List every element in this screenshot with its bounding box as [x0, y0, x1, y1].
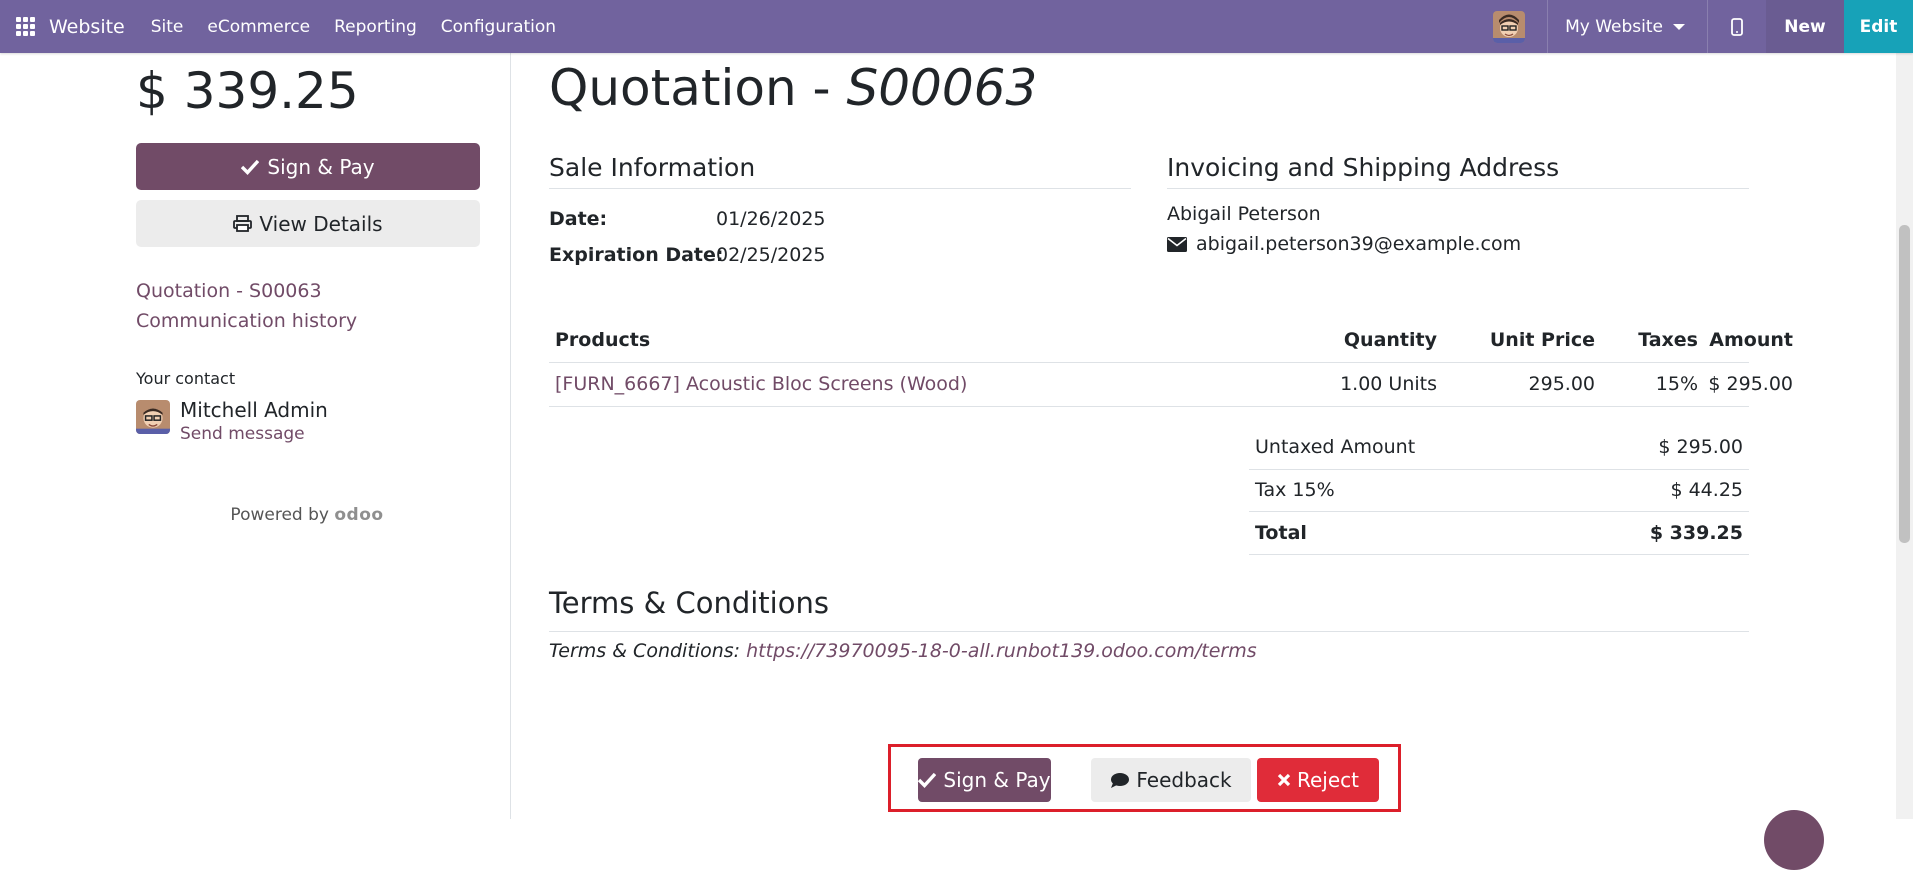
date-label: Date:: [549, 208, 608, 230]
website-selector[interactable]: My Website: [1548, 17, 1707, 37]
divider: [1249, 511, 1749, 512]
sidebar-link-communication-history[interactable]: Communication history: [136, 310, 357, 332]
total-value: $ 339.25: [1649, 522, 1743, 544]
col-unit-price: Unit Price: [1489, 329, 1595, 351]
title-prefix: Quotation -: [549, 59, 847, 117]
tax-label: Tax 15%: [1255, 479, 1335, 501]
menu-site[interactable]: Site: [151, 17, 184, 37]
quotation-sidebar: $ 339.25 Sign & Pay View Details Quotati…: [0, 53, 511, 819]
quotation-number: S00063: [846, 59, 1038, 117]
mobile-preview-icon[interactable]: [1708, 0, 1766, 53]
customer-email: abigail.peterson39@example.com: [1167, 233, 1521, 255]
customer-name: Abigail Peterson: [1167, 203, 1321, 225]
expiration-value: 02/25/2025: [716, 244, 826, 266]
menu-ecommerce[interactable]: eCommerce: [207, 17, 310, 37]
printer-icon: [233, 215, 253, 232]
menu-configuration[interactable]: Configuration: [441, 17, 556, 37]
terms-link[interactable]: https://73970095-18-0-all.runbot139.odoo…: [746, 640, 1257, 662]
close-icon: [1277, 773, 1291, 787]
address-heading: Invoicing and Shipping Address: [1167, 153, 1560, 182]
sale-information-heading: Sale Information: [549, 153, 756, 182]
feedback-label: Feedback: [1136, 768, 1232, 792]
sidebar-sign-pay-button[interactable]: Sign & Pay: [136, 143, 480, 190]
reject-button[interactable]: Reject: [1257, 758, 1379, 802]
divider: [549, 362, 1749, 363]
chat-bubble-icon[interactable]: [1764, 810, 1824, 870]
check-icon: [918, 772, 937, 788]
page-title: Quotation - S00063: [549, 59, 1037, 117]
col-amount: Amount: [1709, 329, 1793, 351]
view-details-button[interactable]: View Details: [136, 200, 480, 247]
divider: [1249, 469, 1749, 470]
quotation-main: Quotation - S00063 Sale Information Date…: [549, 53, 1793, 819]
odoo-logo[interactable]: odoo: [334, 505, 383, 525]
customer-email-text: abigail.peterson39@example.com: [1196, 233, 1522, 255]
expiration-label: Expiration Date:: [549, 244, 724, 266]
line-unit-price: 295.00: [1528, 373, 1595, 395]
line-product[interactable]: [FURN_6667] Acoustic Bloc Screens (Wood): [555, 373, 967, 395]
powered-by: Powered by odoo: [0, 505, 614, 525]
contact-name: Mitchell Admin: [180, 398, 328, 422]
divider: [1249, 554, 1749, 555]
col-products: Products: [555, 329, 651, 351]
edit-button[interactable]: Edit: [1844, 0, 1913, 53]
sign-pay-button[interactable]: Sign & Pay: [918, 758, 1051, 802]
scrollbar-thumb[interactable]: [1899, 225, 1910, 543]
untaxed-amount-value: $ 295.00: [1658, 436, 1743, 458]
reject-label: Reject: [1296, 768, 1359, 792]
caret-down-icon: [1673, 23, 1685, 30]
comment-icon: [1111, 772, 1130, 788]
untaxed-amount-label: Untaxed Amount: [1255, 436, 1416, 458]
website-selector-label: My Website: [1565, 16, 1663, 37]
divider: [549, 406, 1749, 407]
your-contact-label: Your contact: [136, 369, 236, 388]
sidebar-amount-total: $ 339.25: [136, 62, 359, 120]
send-message-link[interactable]: Send message: [180, 424, 305, 444]
terms-line: Terms & Conditions: https://73970095-18-…: [549, 640, 1257, 662]
sidebar-sign-pay-label: Sign & Pay: [267, 154, 375, 179]
page-scrollbar[interactable]: [1896, 53, 1913, 819]
divider: [1167, 188, 1749, 189]
view-details-label: View Details: [259, 211, 383, 236]
new-button[interactable]: New: [1766, 0, 1844, 53]
sign-pay-label: Sign & Pay: [943, 768, 1051, 792]
divider: [549, 188, 1131, 189]
user-avatar[interactable]: [1493, 10, 1526, 43]
app-brand[interactable]: Website: [49, 16, 125, 38]
terms-heading: Terms & Conditions: [549, 586, 829, 620]
col-quantity: Quantity: [1343, 329, 1437, 351]
envelope-icon: [1167, 236, 1187, 252]
line-quantity: 1.00 Units: [1340, 373, 1437, 395]
powered-by-label: Powered by: [230, 505, 329, 525]
date-value: 01/26/2025: [716, 208, 826, 230]
contact-avatar: [136, 400, 170, 434]
menu-reporting[interactable]: Reporting: [334, 17, 417, 37]
divider: [549, 631, 1749, 632]
check-icon: [241, 159, 260, 175]
terms-prefix: Terms & Conditions:: [549, 640, 741, 662]
apps-grid-icon[interactable]: [16, 16, 36, 37]
line-amount: $ 295.00: [1708, 373, 1793, 395]
top-navbar: Website Site eCommerce Reporting Configu…: [0, 0, 1913, 53]
sidebar-link-quotation[interactable]: Quotation - S00063: [136, 280, 322, 302]
feedback-button[interactable]: Feedback: [1091, 758, 1251, 802]
total-label: Total: [1255, 522, 1307, 544]
tax-value: $ 44.25: [1670, 479, 1743, 501]
